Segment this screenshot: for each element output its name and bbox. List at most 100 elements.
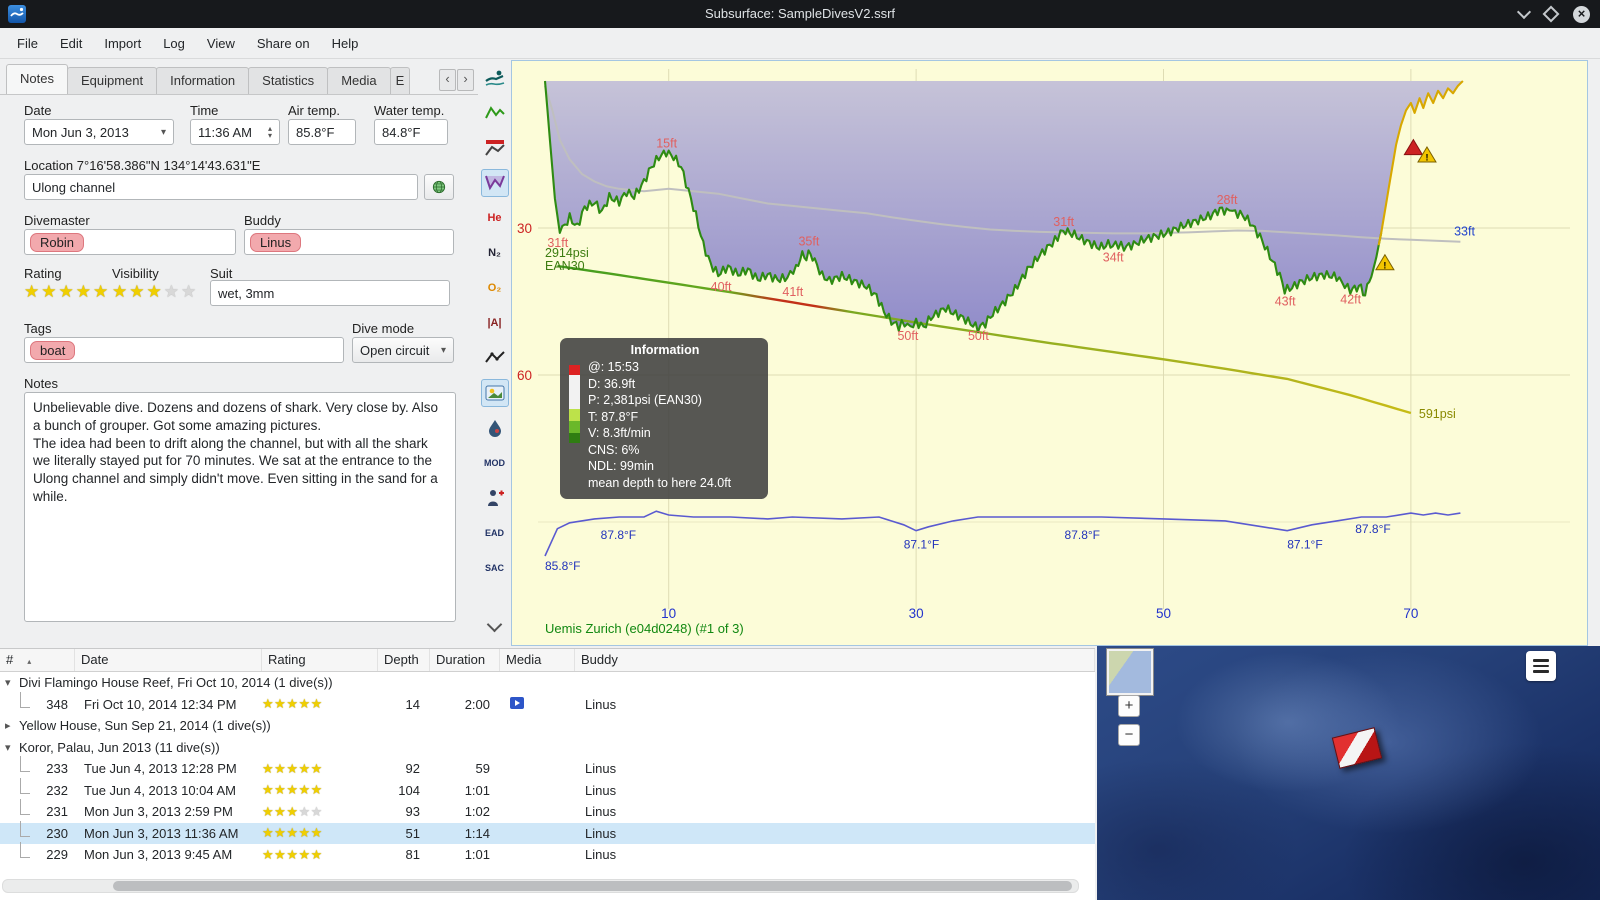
tab-notes[interactable]: Notes	[6, 64, 68, 94]
dive-row-232[interactable]: 232 Tue Jun 4, 2013 10:04 AM ★★★★★ 104 1:01 L…	[0, 777, 1095, 802]
trip-row[interactable]: ▾ Koror, Palau, Jun 2013 (11 dive(s))	[0, 737, 1095, 759]
menu-view[interactable]: View	[196, 31, 246, 56]
star-4[interactable]: ★	[164, 282, 181, 301]
dive-row-231[interactable]: 231 Mon Jun 3, 2013 2:59 PM ★★★★★ 93 1:02 Lin…	[0, 799, 1095, 823]
scrollbar-thumb[interactable]	[113, 881, 1072, 891]
dive-row-348[interactable]: 348 Fri Oct 10, 2014 12:34 PM ★★★★★ 14 2:00 L…	[0, 691, 1095, 716]
menu-file[interactable]: File	[6, 31, 49, 56]
star-3[interactable]: ★	[147, 282, 164, 301]
column-header-depth[interactable]: Depth	[378, 649, 430, 671]
menu-import[interactable]: Import	[93, 31, 152, 56]
svg-text:41ft: 41ft	[782, 285, 803, 299]
star-3[interactable]: ★	[59, 282, 76, 301]
dive-map[interactable]: + −	[1097, 646, 1600, 900]
zoom-in-button[interactable]: +	[1118, 695, 1140, 717]
star-5[interactable]: ★	[181, 282, 198, 301]
dive-computer-icon[interactable]	[481, 64, 509, 92]
column-header-rating[interactable]: Rating	[262, 649, 378, 671]
column-header-media[interactable]: Media	[500, 649, 575, 671]
location-field[interactable]: Ulong channel	[24, 174, 418, 200]
visibility-stars[interactable]: ★★★★★	[112, 282, 198, 302]
pressure-graph-icon[interactable]	[481, 99, 509, 127]
star-1[interactable]: ★	[112, 282, 129, 301]
horizontal-scrollbar[interactable]	[2, 879, 1079, 893]
zoom-out-button[interactable]: −	[1118, 724, 1140, 746]
dive-flag-marker[interactable]	[1331, 727, 1383, 769]
svg-text:34ft: 34ft	[1103, 251, 1124, 265]
tab-e[interactable]: E	[389, 67, 411, 94]
menu-help[interactable]: Help	[321, 31, 370, 56]
star-1[interactable]: ★	[24, 282, 41, 301]
dc-ceiling-icon[interactable]	[480, 169, 509, 197]
star-5[interactable]: ★	[93, 282, 110, 301]
rating-stars[interactable]: ★★★★★	[24, 282, 110, 302]
tab-scroll-right-icon[interactable]: ›	[457, 69, 474, 91]
notes-textarea[interactable]: Unbelievable dive. Dozens and dozens of …	[24, 392, 456, 622]
dive-row-230[interactable]: 230 Mon Jun 3, 2013 11:36 AM ★★★★★ 51 1:14 Li…	[0, 820, 1095, 844]
sac-icon[interactable]: SAC	[481, 554, 509, 582]
buddy-tag[interactable]: Linus	[250, 232, 302, 252]
profile-tooltip[interactable]: Information @: 15:53 D: 36.9ft P: 2,381psi…	[560, 338, 768, 499]
map-globe-button[interactable]	[424, 174, 454, 200]
column-header-num[interactable]: # ▴	[0, 649, 75, 671]
nitrogen-graph-icon[interactable]: N₂	[481, 239, 509, 267]
menu-share-on[interactable]: Share on	[246, 31, 321, 56]
air-temp-field[interactable]: 85.8°F	[288, 119, 356, 145]
dive-row-229[interactable]: 229 Mon Jun 3, 2013 9:45 AM ★★★★★ 81 1:01 Lin…	[0, 842, 1095, 866]
ead-icon[interactable]: EAD	[481, 519, 509, 547]
depth-area	[545, 81, 1463, 333]
column-header-date[interactable]: Date	[75, 649, 262, 671]
ceiling-graph-icon[interactable]	[481, 134, 509, 162]
tab-statistics[interactable]: Statistics	[248, 67, 329, 94]
heartrate-icon[interactable]	[481, 484, 509, 512]
tags-field[interactable]: boat	[24, 337, 344, 363]
column-header-buddy[interactable]: Buddy	[575, 649, 1095, 671]
star-2[interactable]: ★	[129, 282, 146, 301]
collapse-profile-icon[interactable]	[481, 612, 509, 640]
divemaster-tag[interactable]: Robin	[30, 232, 84, 252]
tab-media[interactable]: Media	[327, 67, 391, 94]
collapse-trip-icon[interactable]: ▾	[5, 741, 19, 754]
trip-row[interactable]: ▸ Yellow House, Sun Sep 21, 2014 (1 dive(…	[0, 715, 1095, 737]
suit-field[interactable]: wet, 3mm	[210, 280, 450, 306]
column-header-duration[interactable]: Duration	[430, 649, 500, 671]
collapse-trip-icon[interactable]: ▾	[5, 676, 19, 689]
mod-icon[interactable]: MOD	[481, 449, 509, 477]
trend-icon[interactable]	[481, 344, 509, 372]
minimize-icon[interactable]	[1516, 4, 1532, 20]
map-thumbnail[interactable]	[1106, 648, 1154, 696]
svg-text:28ft: 28ft	[1217, 193, 1238, 207]
media-icon[interactable]	[510, 696, 524, 709]
tab-scroll-left-icon[interactable]: ‹	[439, 69, 456, 91]
menu-edit[interactable]: Edit	[49, 31, 93, 56]
tab-information[interactable]: Information	[156, 67, 250, 94]
dive-mode-select[interactable]: Open circuit ▾	[352, 337, 454, 363]
photos-icon[interactable]	[480, 379, 509, 407]
oxygen-graph-icon[interactable]: O₂	[481, 274, 509, 302]
map-menu-button[interactable]	[1526, 651, 1556, 681]
star-2[interactable]: ★	[41, 282, 58, 301]
title-bar[interactable]: Subsurface: SampleDivesV2.ssrf ×	[0, 0, 1600, 28]
star-4[interactable]: ★	[76, 282, 93, 301]
dive-profile[interactable]: 10 30 50 70 30 60 31ft 15ft 40ft 41ft 35ft 50ft 50ft…	[511, 60, 1588, 646]
buddy-field[interactable]: Linus	[244, 229, 454, 255]
water-temp-field[interactable]: 84.8°F	[374, 119, 448, 145]
tissues-icon[interactable]	[481, 414, 509, 442]
maximize-icon[interactable]	[1542, 5, 1560, 23]
dive-number: 230	[0, 820, 75, 841]
tag-chip[interactable]: boat	[30, 340, 76, 360]
dive-row-233[interactable]: 233 Tue Jun 4, 2013 12:28 PM ★★★★★ 92 59 Linu…	[0, 756, 1095, 780]
menu-log[interactable]: Log	[152, 31, 196, 56]
divemaster-field[interactable]: Robin	[24, 229, 236, 255]
expand-trip-icon[interactable]: ▸	[5, 719, 19, 732]
helium-graph-icon[interactable]: He	[481, 204, 509, 232]
time-spinner[interactable]: ▴ ▾	[268, 125, 272, 140]
tab-equipment[interactable]: Equipment	[66, 67, 158, 94]
dive-depth: 51	[405, 825, 420, 841]
time-field[interactable]: 11:36 AM ▴ ▾	[190, 119, 280, 145]
date-field[interactable]: Mon Jun 3, 2013 ▾	[24, 119, 174, 145]
dive-number: 233	[0, 756, 75, 776]
close-icon[interactable]: ×	[1573, 5, 1590, 23]
trip-row[interactable]: ▾ Divi Flamingo House Reef, Fri Oct 10, 2…	[0, 672, 1095, 694]
ruler-icon[interactable]: |A|	[481, 309, 509, 337]
